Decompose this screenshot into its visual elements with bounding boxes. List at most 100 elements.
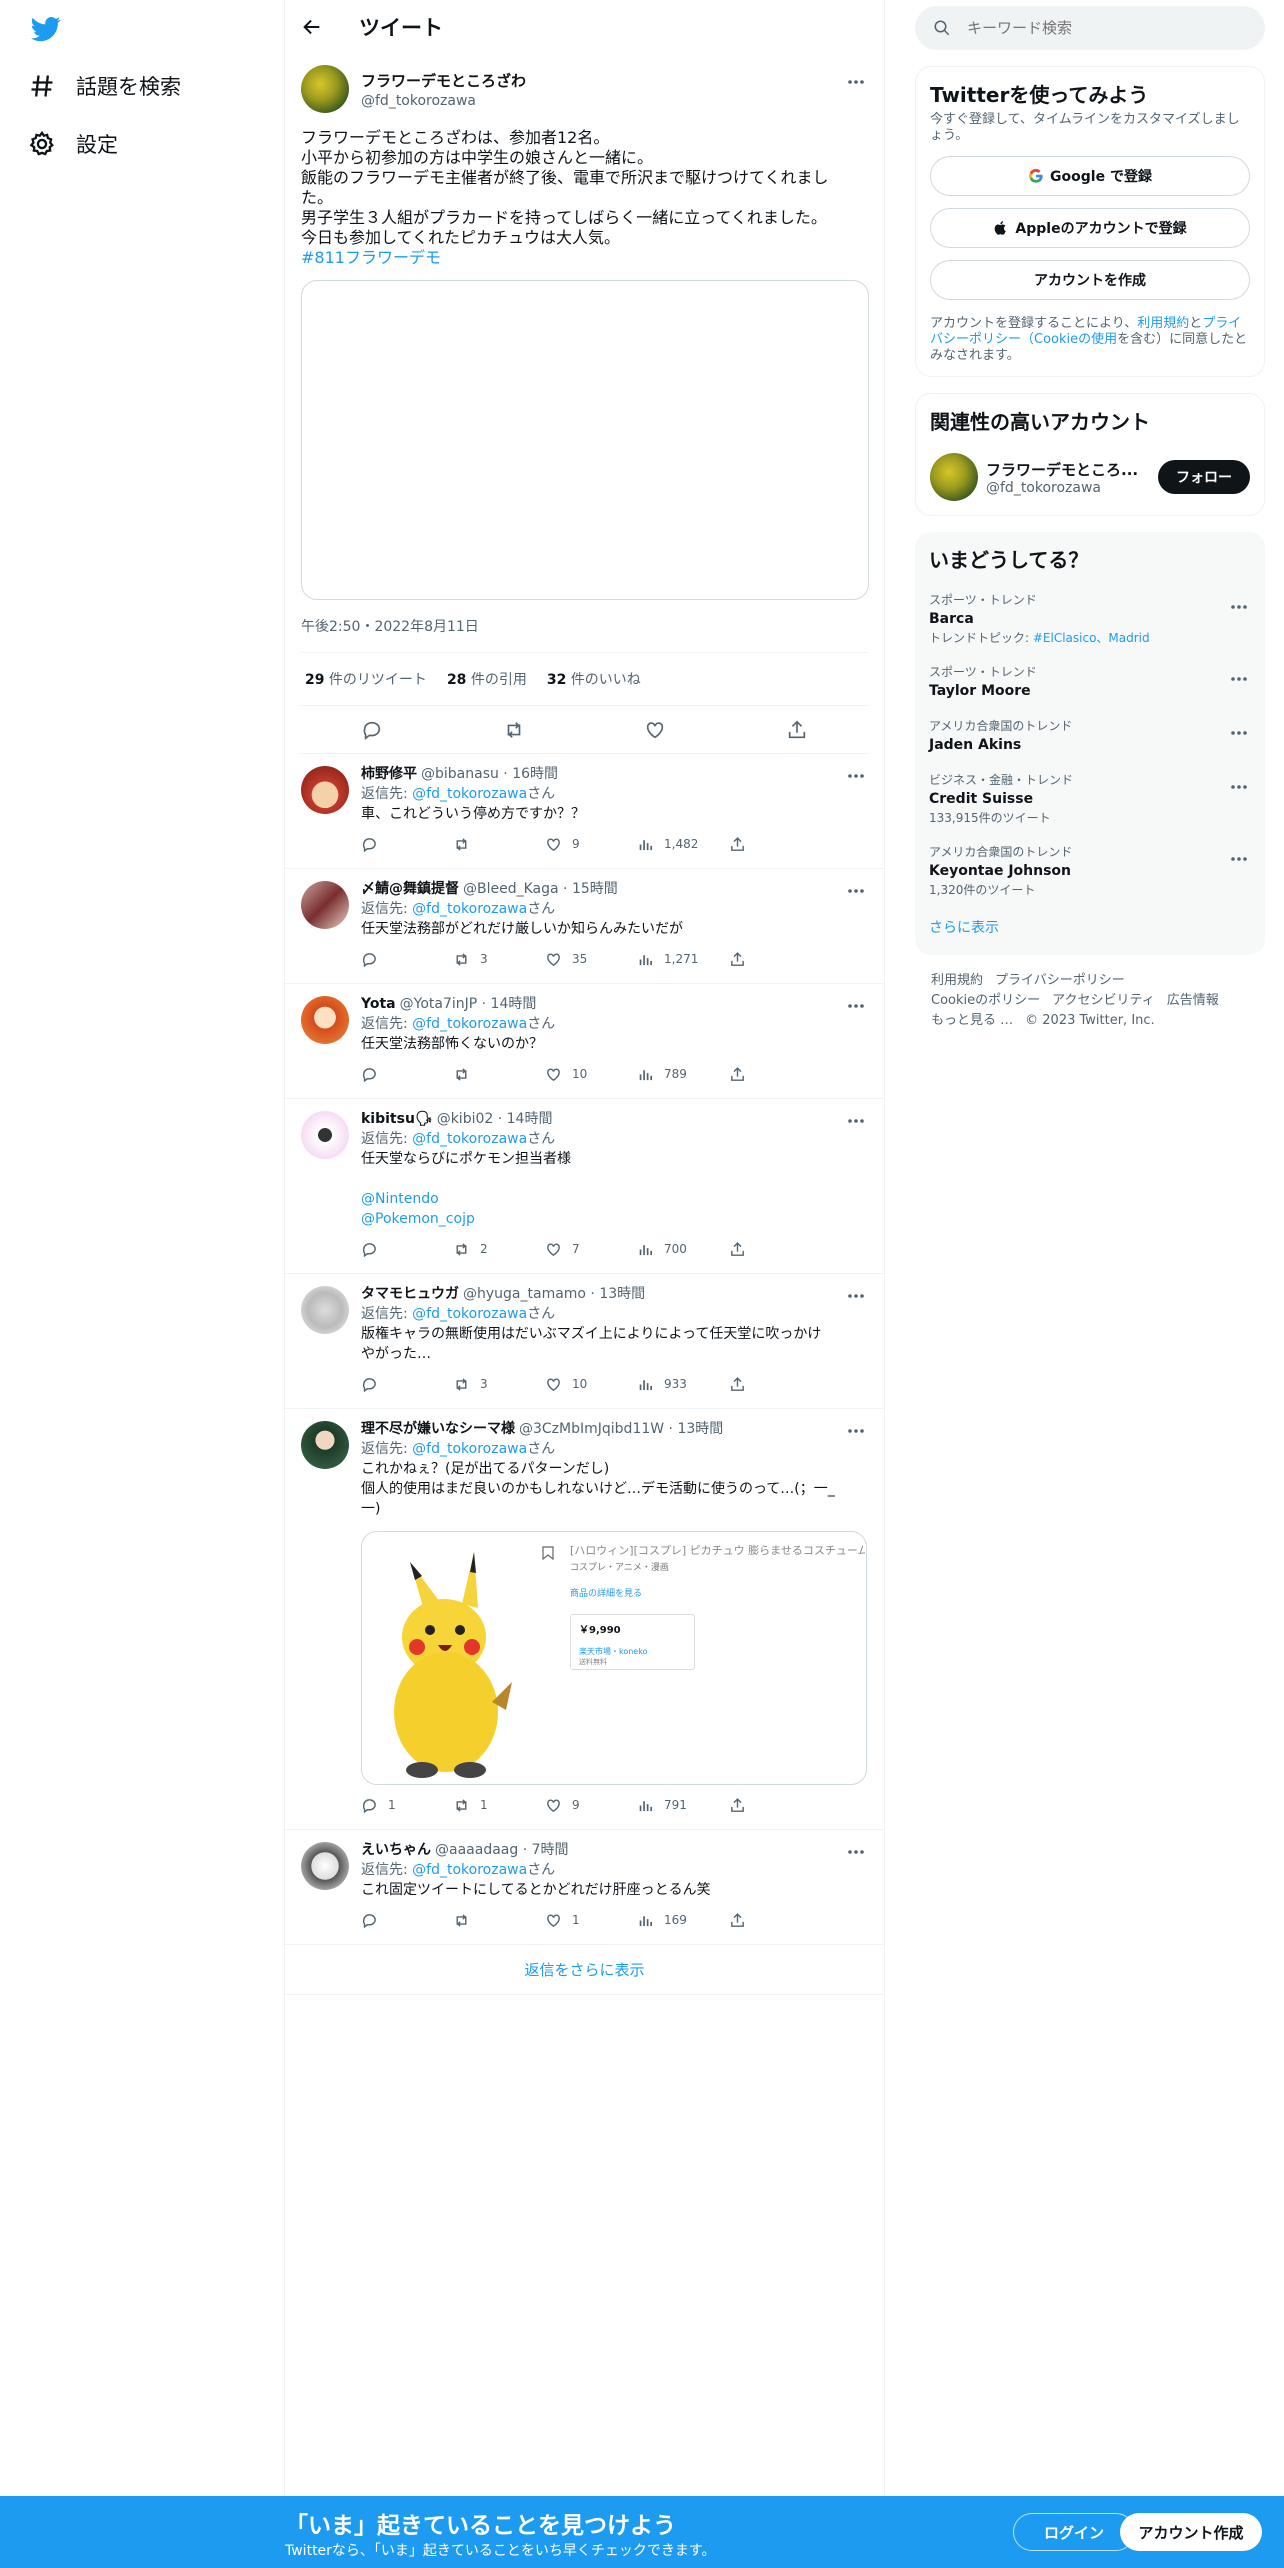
search-input[interactable]	[967, 19, 1227, 37]
trend-item[interactable]: スポーツ・トレンド Taylor Moore	[929, 655, 1251, 709]
retweet-button[interactable]	[453, 1912, 545, 1929]
trend-item[interactable]: アメリカ合衆国のトレンド Jaden Akins	[929, 709, 1251, 763]
author-name[interactable]: フラワーデモところざわ	[361, 70, 526, 91]
mention-link[interactable]: @Pokemon_cojp	[361, 1209, 868, 1229]
reply-to-handle[interactable]: @fd_tokorozawa	[412, 1441, 527, 1457]
more-options-icon[interactable]	[844, 72, 868, 92]
more-options-icon[interactable]	[1227, 723, 1251, 743]
views-button[interactable]: 789	[637, 1066, 729, 1083]
reply-author-name[interactable]: Yota	[361, 996, 396, 1012]
reply-to-handle[interactable]: @fd_tokorozawa	[412, 1016, 527, 1032]
reply-button[interactable]	[361, 951, 453, 968]
nav-explore[interactable]: 話題を検索	[28, 66, 181, 106]
like-icon[interactable]	[644, 719, 666, 741]
reply-tweet[interactable]: 〆鯖@舞鎮提督 @Bleed_Kaga · 15時間 返信先: @fd_tokoro…	[285, 869, 884, 984]
reply-author-name[interactable]: 柿野修平	[361, 766, 417, 782]
more-options-icon[interactable]	[1227, 669, 1251, 689]
share-button[interactable]	[729, 836, 821, 853]
trend-item[interactable]: スポーツ・トレンド Barca トレンドトピック: #ElClasico、Madri…	[929, 583, 1251, 655]
reply-meta[interactable]: @aaaadaag · 7時間	[435, 1842, 569, 1858]
avatar[interactable]	[930, 453, 978, 501]
retweet-button[interactable]: 2	[453, 1241, 545, 1258]
reply-button[interactable]	[361, 1376, 453, 1393]
avatar[interactable]	[301, 1421, 349, 1469]
reply-to-handle[interactable]: @fd_tokorozawa	[412, 1306, 527, 1322]
reply-author-name[interactable]: 理不尽が嫌いなシーマ様	[361, 1421, 515, 1437]
reply-button[interactable]	[361, 1912, 453, 1929]
reply-author-name[interactable]: えいちゃん	[361, 1842, 431, 1858]
share-button[interactable]	[729, 1066, 821, 1083]
footer-terms[interactable]: 利用規約	[931, 973, 983, 988]
card-detail-link[interactable]: 商品の詳細を見る	[570, 1586, 642, 1599]
footer-accessibility[interactable]: アクセシビリティ	[1052, 993, 1155, 1008]
reply-author-name[interactable]: タマモヒュウガ	[361, 1286, 459, 1302]
views-button[interactable]: 1,271	[637, 951, 729, 968]
retweet-button[interactable]: 3	[453, 1376, 545, 1393]
twitter-logo-icon[interactable]	[30, 14, 62, 44]
reply-meta[interactable]: @Bleed_Kaga · 15時間	[463, 881, 618, 897]
avatar[interactable]	[301, 881, 349, 929]
footer-ads[interactable]: 広告情報	[1167, 993, 1219, 1008]
reply-button[interactable]	[361, 1241, 453, 1258]
trend-item[interactable]: ビジネス・金融・トレンド Credit Suisse 133,915件のツイート	[929, 763, 1251, 835]
reply-tweet[interactable]: Yota @Yota7inJP · 14時間 返信先: @fd_tokorozawa…	[285, 984, 884, 1099]
relevant-account-row[interactable]: フラワーデモところ... @fd_tokorozawa フォロー	[930, 451, 1250, 503]
follow-button[interactable]: フォロー	[1158, 460, 1250, 494]
more-options-icon[interactable]	[844, 1286, 868, 1306]
hashtag-link[interactable]: #811フラワーデモ	[301, 248, 868, 268]
share-button[interactable]	[729, 1797, 821, 1814]
show-more-trends[interactable]: さらに表示	[929, 907, 1251, 943]
search-box[interactable]	[915, 6, 1265, 50]
signup-button[interactable]: アカウント作成	[1120, 2513, 1262, 2551]
avatar[interactable]	[301, 1842, 349, 1890]
retweet-button[interactable]: 3	[453, 951, 545, 968]
author-handle[interactable]: @fd_tokorozawa	[361, 93, 526, 109]
nav-settings[interactable]: 設定	[28, 124, 118, 164]
reply-tweet[interactable]: kibitsu🗣 @kibi02 · 14時間 返信先: @fd_tokorozaw…	[285, 1099, 884, 1274]
avatar[interactable]	[301, 65, 349, 113]
reply-tweet[interactable]: えいちゃん @aaaadaag · 7時間 返信先: @fd_tokorozawaさ…	[285, 1830, 884, 1945]
more-options-icon[interactable]	[844, 996, 868, 1016]
views-button[interactable]: 700	[637, 1241, 729, 1258]
reply-meta[interactable]: @Yota7inJP · 14時間	[400, 996, 537, 1012]
avatar[interactable]	[301, 996, 349, 1044]
retweets-stat[interactable]: 29 件のリツイート	[305, 669, 427, 689]
reply-tweet[interactable]: 柿野修平 @bibanasu · 16時間 返信先: @fd_tokorozawaさ…	[285, 754, 884, 869]
reply-meta[interactable]: @3CzMbImJqibd11W · 13時間	[519, 1421, 723, 1437]
account-name[interactable]: フラワーデモところ...	[986, 459, 1146, 480]
terms-link[interactable]: 利用規約	[1137, 316, 1189, 331]
account-handle[interactable]: @fd_tokorozawa	[986, 480, 1146, 496]
mention-link[interactable]: @Nintendo	[361, 1189, 868, 1209]
reply-button[interactable]	[361, 1066, 453, 1083]
more-options-icon[interactable]	[844, 1421, 868, 1441]
back-arrow-icon[interactable]	[301, 16, 323, 38]
retweet-button[interactable]	[453, 836, 545, 853]
footer-more[interactable]: もっと見る …	[931, 1013, 1013, 1028]
more-options-icon[interactable]	[1227, 597, 1251, 617]
more-options-icon[interactable]	[844, 881, 868, 901]
more-options-icon[interactable]	[844, 766, 868, 786]
google-signup-button[interactable]: Google で登録	[930, 156, 1250, 196]
main-tweet-author[interactable]: フラワーデモところざわ @fd_tokorozawa	[301, 64, 868, 114]
footer-cookie[interactable]: Cookieのポリシー	[931, 993, 1040, 1008]
reply-button[interactable]: 1	[361, 1797, 453, 1814]
like-button[interactable]: 10	[545, 1066, 637, 1083]
more-options-icon[interactable]	[844, 1111, 868, 1131]
likes-stat[interactable]: 32 件のいいね	[547, 669, 641, 689]
tweet-media[interactable]	[301, 280, 869, 600]
trend-item[interactable]: アメリカ合衆国のトレンド Keyontae Johnson 1,320件のツイート	[929, 835, 1251, 907]
like-button[interactable]: 7	[545, 1241, 637, 1258]
like-button[interactable]: 9	[545, 1797, 637, 1814]
share-button[interactable]	[729, 1376, 821, 1393]
reply-tweet[interactable]: 理不尽が嫌いなシーマ様 @3CzMbImJqibd11W · 13時間 返信先: @…	[285, 1409, 884, 1830]
more-options-icon[interactable]	[1227, 849, 1251, 869]
reply-to-handle[interactable]: @fd_tokorozawa	[412, 1862, 527, 1878]
link-card[interactable]: [ハロウィン][コスプレ] ピカチュウ 膨らませるコスチューム コス コスプレ・…	[361, 1531, 867, 1785]
retweet-button[interactable]: 1	[453, 1797, 545, 1814]
reply-meta[interactable]: @kibi02 · 14時間	[437, 1111, 553, 1127]
apple-signup-button[interactable]: Appleのアカウントで登録	[930, 208, 1250, 248]
retweet-button[interactable]	[453, 1066, 545, 1083]
views-button[interactable]: 169	[637, 1912, 729, 1929]
like-button[interactable]: 35	[545, 951, 637, 968]
reply-button[interactable]	[361, 836, 453, 853]
